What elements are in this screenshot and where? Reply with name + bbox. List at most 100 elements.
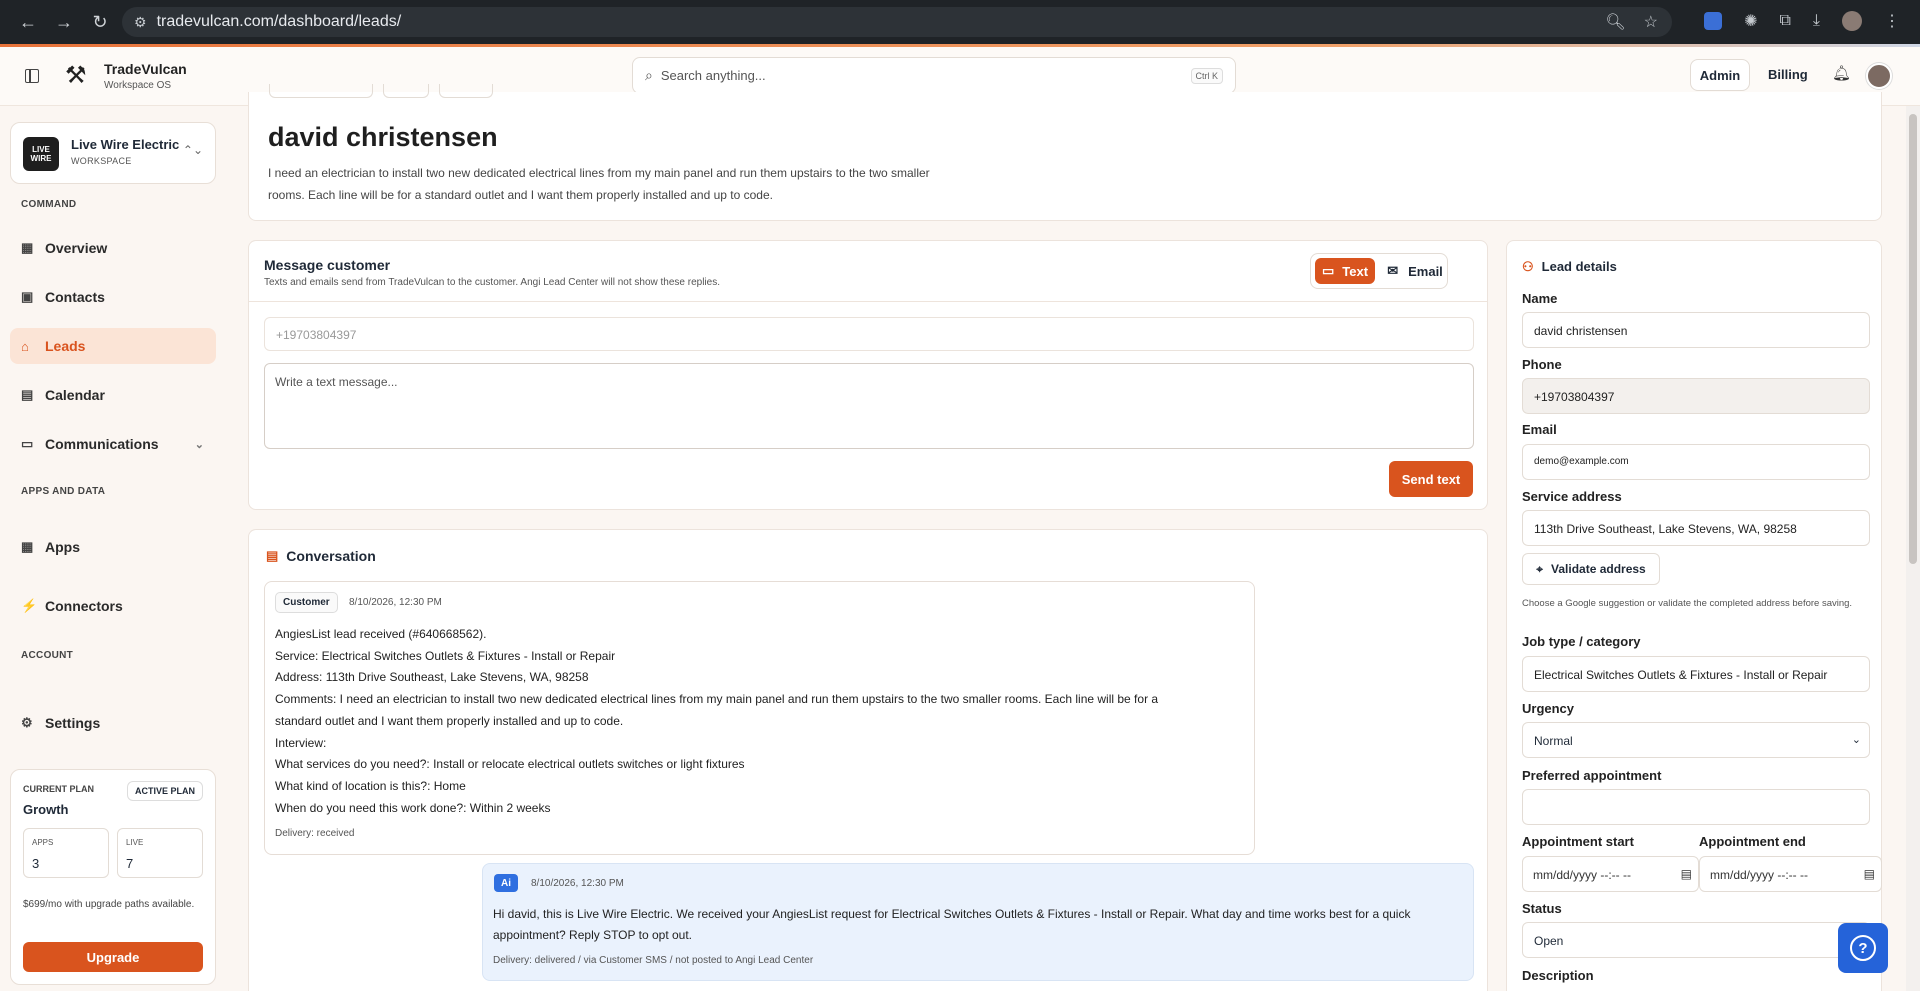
sidebar-item-calendar[interactable]: ▤ Calendar [10,377,216,413]
header-chip[interactable] [269,84,373,98]
conversation-title: ▤ Conversation [266,548,376,564]
message-line: Address: 113th Drive Southeast, Lake Ste… [275,670,589,685]
sidebar-item-leads[interactable]: ⌂ Leads [10,328,216,364]
sidebar-item-overview[interactable]: ▦ Overview [10,230,216,266]
message-timestamp: 8/10/2026, 12:30 PM [531,878,624,889]
message-line: Hi david, this is Live Wire Electric. We… [493,907,1411,921]
appointment-end-label: Appointment end [1699,834,1806,849]
email-field[interactable]: demo@example.com [1522,444,1870,480]
delivery-status: Delivery: received [275,828,355,839]
sidebar-item-label: Overview [45,240,108,256]
phone-field[interactable]: +19703804397 [264,317,1474,351]
header-chip[interactable] [383,84,429,98]
status-select[interactable]: Open [1522,922,1870,958]
chat-icon: ▭ [21,436,34,451]
conversation-title-text: Conversation [286,548,376,564]
admin-button[interactable]: Admin [1690,59,1750,91]
profile-avatar[interactable] [1842,11,1862,31]
message-body: Hi david, this is Live Wire Electric. We… [493,904,1453,946]
phone-readonly-field: +19703804397 [1522,378,1870,414]
upgrade-button[interactable]: Upgrade [23,942,203,972]
plug-icon: ⚡ [21,598,38,613]
service-address-field[interactable]: 113th Drive Southeast, Lake Stevens, WA,… [1522,510,1870,546]
lead-details-title-text: Lead details [1541,259,1617,274]
sidebar-item-communications[interactable]: ▭ Communications ⌄ [10,426,216,462]
sidebar-item-apps[interactable]: ▦ Apps [10,529,216,565]
message-textarea[interactable]: Write a text message... [264,363,1474,449]
extension-icon[interactable] [1704,12,1723,30]
message-body: AngiesList lead received (#640668562). S… [275,624,1235,819]
section-apps-and-data: APPS AND DATA [21,486,106,497]
inbox-icon: ⌂ [21,338,29,354]
table-icon: ▦ [21,539,34,554]
sidebar-item-settings[interactable]: ⚙ Settings [10,705,216,741]
calendar-icon: ▤ [21,387,34,402]
lead-details-card: ⚇ Lead details Name david christensen Ph… [1506,240,1882,991]
global-search[interactable]: ⌕ Search anything... Ctrl K [632,57,1236,94]
appointment-start-field[interactable]: mm/dd/yyyy --:-- -- ▤ [1522,856,1699,892]
channel-toggle: ▭ Text ✉ Email [1310,253,1448,289]
calendar-icon[interactable]: ▤ [1864,867,1875,881]
bookmark-star-icon[interactable]: ☆ [1644,12,1658,32]
sidebar-item-contacts[interactable]: ▣ Contacts [10,279,216,315]
header-chips [269,84,493,98]
grid-icon: ▦ [21,240,34,255]
live-stat: LIVE 7 [117,828,203,878]
active-plan-badge: ACTIVE PLAN [126,781,203,801]
workspace-switcher[interactable]: LIVE WIRE Live Wire Electric WORKSPACE ⌃… [10,122,216,184]
message-line: Interview: [275,735,327,750]
urgency-select[interactable]: Normal ⌄ [1522,722,1870,758]
help-question-icon: ? [1850,935,1876,961]
job-type-field[interactable]: Electrical Switches Outlets & Fixtures -… [1522,656,1870,692]
message-line: Service: Electrical Switches Outlets & F… [275,648,616,663]
page-scrollbar[interactable] [1906,106,1920,991]
header-chip[interactable] [439,84,493,98]
message-line: appointment? Reply STOP to opt out. [493,928,693,942]
forward-icon[interactable]: → [46,12,82,33]
sender-badge: Customer [275,592,338,613]
back-icon[interactable]: ← [10,12,46,33]
contact-icon: ▣ [21,289,34,304]
extensions-puzzle-icon[interactable]: ⧉ [1779,12,1790,30]
phone-label: Phone [1522,357,1562,372]
tab-email[interactable]: ✉ Email [1385,258,1445,284]
billing-link[interactable]: Billing [1768,67,1808,82]
message-timestamp: 8/10/2026, 12:30 PM [349,597,442,608]
email-label: Email [1522,422,1557,437]
zoom-icon[interactable]: 🔍︎ [1605,12,1625,32]
calendar-icon[interactable]: ▤ [1681,867,1692,881]
site-info-icon[interactable]: ⚙ [134,14,147,31]
message-line: Comments: I need an electrician to insta… [275,692,1159,707]
sidebar-item-connectors[interactable]: ⚡ Connectors [10,588,216,624]
address-bar[interactable]: ⚙ tradevulcan.com/dashboard/leads/ 🔍︎ ☆ [122,7,1672,37]
validate-address-button[interactable]: ⌖ Validate address [1522,553,1660,585]
reload-icon[interactable]: ↻ [82,12,118,33]
openai-extension-icon[interactable]: ✺ [1744,11,1757,31]
gear-icon: ⚙ [21,715,33,730]
ai-message: Ai 8/10/2026, 12:30 PM Hi david, this is… [482,863,1474,981]
scrollbar-thumb[interactable] [1909,114,1917,564]
search-shortcut: Ctrl K [1190,68,1223,84]
user-icon: ⚇ [1522,259,1534,274]
sidebar-item-label: Settings [45,715,101,731]
sidebar-toggle-icon[interactable] [25,69,39,83]
help-button[interactable]: ? [1838,923,1888,973]
bell-icon[interactable]: 🔔︎ [1832,64,1851,82]
tab-text[interactable]: ▭ Text [1315,258,1375,284]
appointment-end-field[interactable]: mm/dd/yyyy --:-- -- ▤ [1699,856,1882,892]
chevron-down-icon: ⌄ [194,438,204,451]
sidebar-item-label: Apps [45,539,80,555]
lead-description: I need an electrician to install two new… [268,166,930,202]
browser-menu-icon[interactable]: ⋮ [1884,11,1900,31]
preferred-appointment-field[interactable] [1522,789,1870,825]
live-stat-label: LIVE [126,838,144,847]
name-field[interactable]: david christensen [1522,312,1870,348]
delivery-status: Delivery: delivered / via Customer SMS /… [493,955,814,966]
message-line: What services do you need?: Install or r… [275,757,745,772]
send-text-button[interactable]: Send text [1389,461,1473,497]
user-avatar[interactable] [1866,63,1892,89]
download-icon[interactable]: ⤓ [1813,12,1820,30]
section-account: ACCOUNT [21,650,74,661]
apps-stat: APPS 3 [23,828,109,878]
search-placeholder: Search anything... [660,68,766,83]
